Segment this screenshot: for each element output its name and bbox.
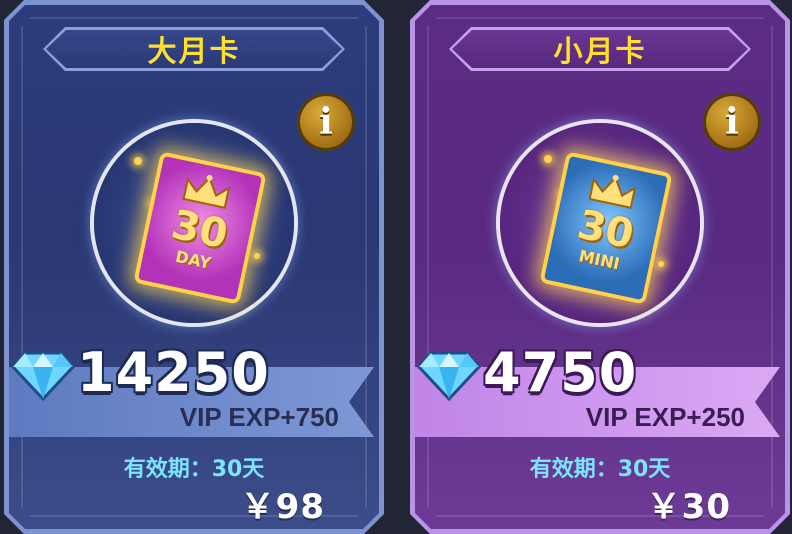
info-button[interactable]: i [297, 93, 355, 151]
card-icon-ring: 30 MINI [500, 123, 700, 323]
monthly-card-shop: 大月卡 i 30 DAY 14250 VIP EXP+750 有效期：30天 ￥… [0, 0, 792, 534]
card-icon-ring: 30 DAY [94, 123, 294, 323]
info-icon: i [725, 101, 739, 143]
sparkle-icon [254, 253, 260, 259]
card-title: 小月卡 [553, 34, 647, 68]
month-card-icon: 30 MINI [539, 151, 673, 305]
card-body: 大月卡 i 30 DAY 14250 VIP EXP+750 有效期：30天 ￥… [9, 5, 379, 529]
card-body: 小月卡 i 30 MINI 4750 VIP EXP+250 有效期：30天 ￥… [415, 5, 785, 529]
big-monthly-card[interactable]: 大月卡 i 30 DAY 14250 VIP EXP+750 有效期：30天 ￥… [4, 0, 384, 534]
small-monthly-card[interactable]: 小月卡 i 30 MINI 4750 VIP EXP+250 有效期：30天 ￥… [410, 0, 790, 534]
sparkle-icon [658, 261, 664, 267]
info-button[interactable]: i [703, 93, 761, 151]
card-title-banner: 大月卡 [43, 27, 345, 71]
sparkle-icon [134, 157, 142, 165]
vip-exp: VIP EXP+250 [585, 402, 745, 432]
diamond-amount: 4750 [483, 341, 638, 404]
diamond-amount: 14250 [77, 341, 270, 404]
sparkle-icon [544, 155, 552, 163]
card-title-banner: 小月卡 [449, 27, 751, 71]
vip-exp: VIP EXP+750 [179, 402, 339, 432]
info-icon: i [319, 101, 333, 143]
card-title: 大月卡 [147, 34, 241, 68]
month-card-icon: 30 DAY [133, 151, 267, 305]
price-button[interactable]: ￥98 [241, 479, 325, 528]
diamond-icon [11, 351, 75, 401]
price-button[interactable]: ￥30 [647, 479, 731, 528]
diamond-icon [417, 351, 481, 401]
